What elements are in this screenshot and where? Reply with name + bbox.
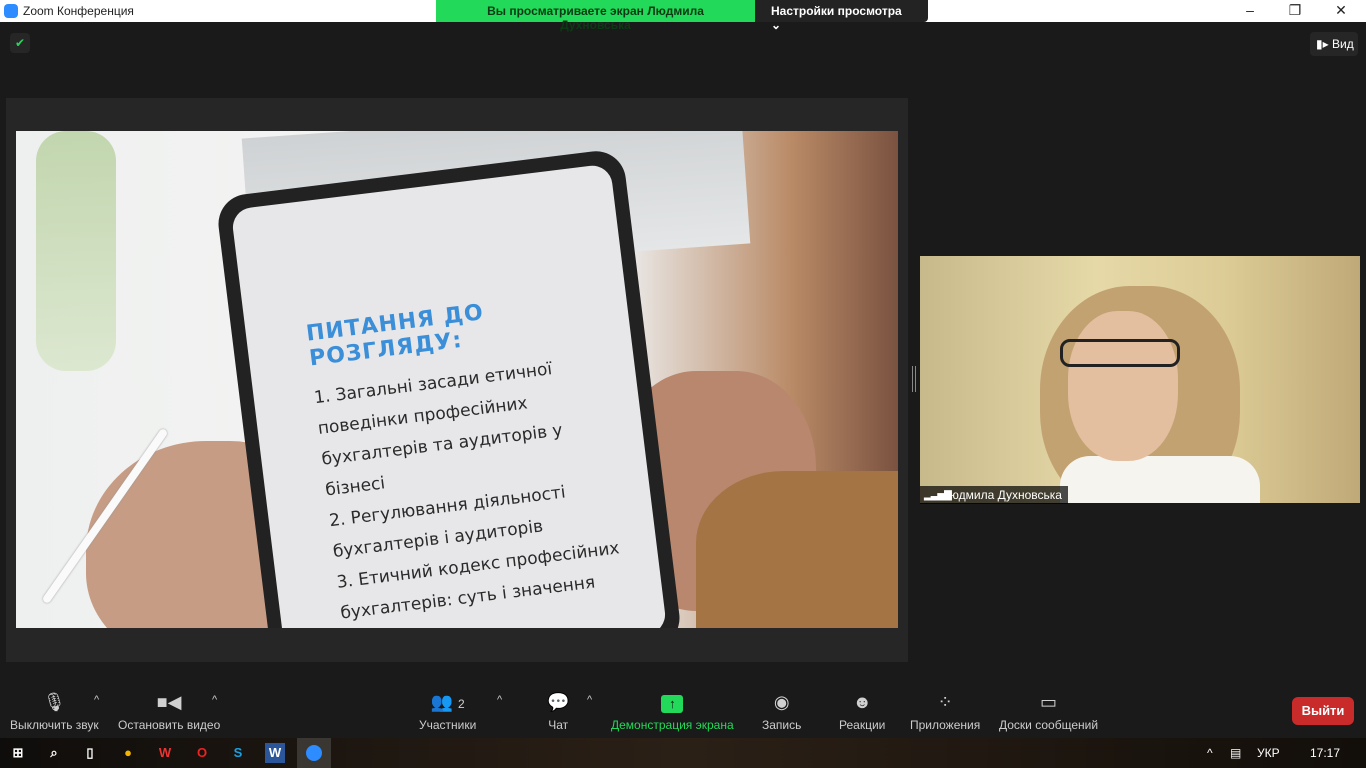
chat-button[interactable]: 💬 Чат xyxy=(547,690,569,732)
mute-label: Выключить звук xyxy=(10,718,99,732)
panel-resize-handle[interactable] xyxy=(912,366,916,392)
reactions-icon: ☻ xyxy=(852,692,872,712)
apps-icon: ⁘ xyxy=(937,692,953,712)
record-button[interactable]: ◉ Запись xyxy=(762,690,801,732)
record-label: Запись xyxy=(762,718,802,732)
apps-label: Приложения xyxy=(910,718,981,732)
share-screen-button[interactable]: ↑ Демонстрация экрана xyxy=(611,690,734,732)
minimize-button[interactable]: – xyxy=(1235,2,1265,18)
whiteboards-button[interactable]: ▭ Доски сообщений xyxy=(999,690,1098,732)
whiteboard-icon: ▭ xyxy=(1040,692,1058,712)
meeting-toolbar: 🎙 Выключить звук ^ ■◀ Остановить видео ^ 👥… xyxy=(0,686,1366,738)
participant-name-tag: ▂▃▅▇ Людмила Духновська xyxy=(920,486,1068,504)
chat-caret[interactable]: ^ xyxy=(587,694,592,706)
view-icon: ▮▸ xyxy=(1316,37,1329,51)
skype-icon[interactable]: S xyxy=(228,743,248,763)
apps-button[interactable]: ⁘ Приложения xyxy=(910,690,980,732)
chat-label: Чат xyxy=(548,718,569,732)
whiteboards-label: Доски сообщений xyxy=(999,718,1099,732)
windows-start-icon[interactable]: ⊞ xyxy=(8,743,28,763)
share-screen-icon: ↑ xyxy=(661,695,684,713)
viewing-label: Вы просматриваете экран Людмила Духновсь… xyxy=(436,0,755,32)
search-icon[interactable]: ⌕ xyxy=(44,743,64,763)
tablet: ПИТАННЯ ДО РОЗГЛЯДУ: 1. Загальні засади … xyxy=(215,147,683,628)
participants-icon: 👥 xyxy=(430,692,454,712)
participants-label: Участники xyxy=(419,718,477,732)
view-label: Вид xyxy=(1331,37,1354,51)
leave-button[interactable]: Выйти xyxy=(1292,697,1354,725)
stop-video-button[interactable]: ■◀ Остановить видео xyxy=(118,690,220,732)
tablet-screen: ПИТАННЯ ДО РОЗГЛЯДУ: 1. Загальні засади … xyxy=(230,163,668,628)
notification-icon[interactable]: ▤ xyxy=(1230,746,1241,760)
video-person xyxy=(1060,456,1260,503)
opera-icon[interactable]: O xyxy=(192,743,212,763)
chat-icon: 💬 xyxy=(547,692,570,712)
video-camera-icon: ■◀ xyxy=(156,692,182,712)
video-options-caret[interactable]: ^ xyxy=(212,694,217,706)
close-button[interactable]: ✕ xyxy=(1326,2,1356,19)
plant-image xyxy=(36,131,116,371)
word-icon[interactable]: W xyxy=(265,743,285,763)
sleeve-image xyxy=(696,471,898,628)
view-button[interactable]: ▮▸ Вид xyxy=(1310,32,1358,56)
microphone-icon: 🎙 xyxy=(42,692,66,712)
window-title: Zoom Конференция xyxy=(23,4,134,18)
zoom-logo-icon xyxy=(4,4,18,18)
mute-button[interactable]: 🎙 Выключить звук xyxy=(10,690,99,732)
participants-count: 2 xyxy=(458,697,465,711)
view-settings-button[interactable]: Настройки просмотра ⌄ xyxy=(755,0,928,32)
video-label: Остановить видео xyxy=(118,718,221,732)
reactions-label: Реакции xyxy=(839,718,886,732)
security-shield-icon[interactable]: ✔ xyxy=(10,33,30,53)
share-label: Демонстрация экрана xyxy=(611,718,734,732)
participant-name: Людмила Духновська xyxy=(942,488,1062,502)
wps-icon[interactable]: W xyxy=(155,743,175,763)
audio-options-caret[interactable]: ^ xyxy=(94,694,99,706)
record-icon: ◉ xyxy=(773,692,790,712)
windows-taskbar: ⊞ ⌕ ▯ ● W O S W ^ ▤ УКР 17:17 xyxy=(0,738,1366,768)
chrome-icon[interactable]: ● xyxy=(118,743,138,763)
participants-button[interactable]: 👥 2 Участники xyxy=(419,690,476,732)
tray-expand-icon[interactable]: ^ xyxy=(1207,746,1213,760)
language-indicator[interactable]: УКР xyxy=(1257,746,1280,760)
shared-slide: ПИТАННЯ ДО РОЗГЛЯДУ: 1. Загальні засади … xyxy=(16,131,898,628)
restore-button[interactable]: ❐ xyxy=(1280,2,1310,19)
clock[interactable]: 17:17 xyxy=(1310,746,1340,760)
video-person xyxy=(1060,339,1180,367)
reactions-button[interactable]: ☻ Реакции xyxy=(839,690,885,732)
screen-share-banner: Вы просматриваете экран Людмила Духновсь… xyxy=(436,0,928,32)
task-view-icon[interactable]: ▯ xyxy=(80,743,100,763)
zoom-taskbar-icon[interactable] xyxy=(297,738,331,768)
video-person xyxy=(1068,311,1178,461)
signal-bars-icon: ▂▃▅▇ xyxy=(924,490,952,501)
participants-caret[interactable]: ^ xyxy=(497,694,502,706)
participant-video[interactable] xyxy=(920,256,1360,503)
